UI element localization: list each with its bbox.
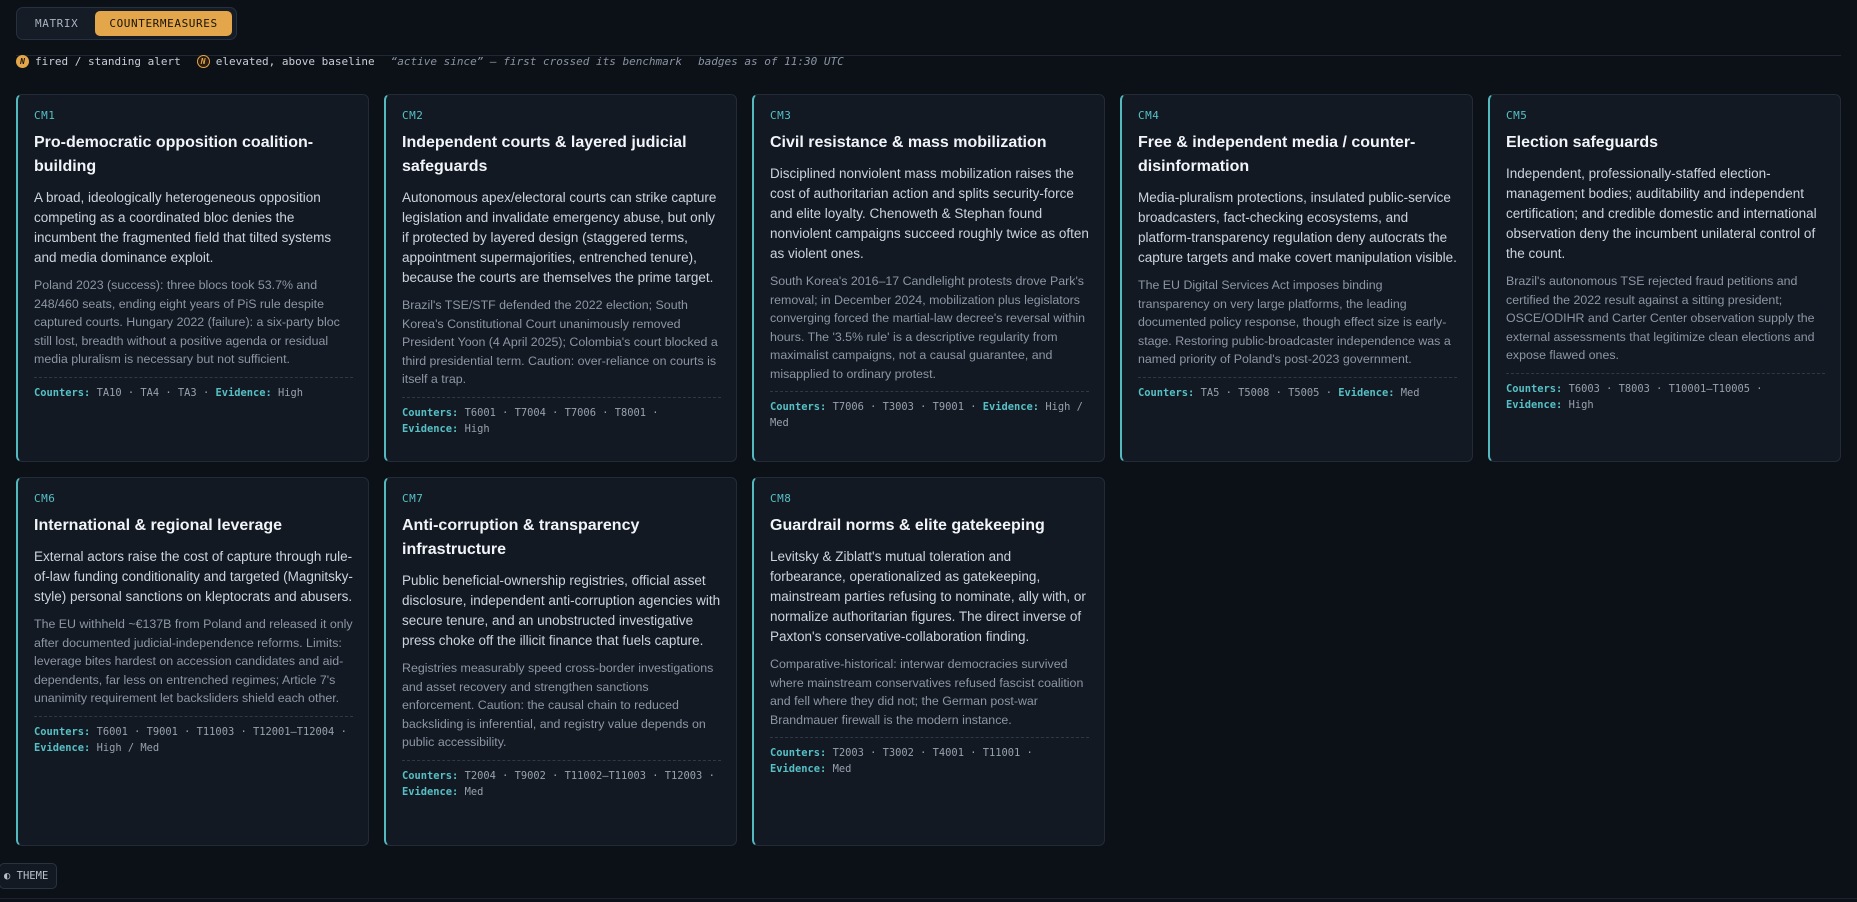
card-example: The EU withheld ~€137B from Poland and r… (34, 617, 353, 705)
card-footer: Counters: T6003 · T8003 · T10001–T10005 … (1506, 372, 1825, 413)
evidence-value: High (1568, 398, 1594, 411)
card-description: Disciplined nonviolent mass mobilization… (770, 166, 1089, 261)
fired-badge-icon: N (16, 54, 29, 68)
legend-elevated-label: elevated, above baseline (215, 54, 375, 68)
card-title: Pro-democratic opposition coalition-buil… (34, 134, 314, 175)
card-example: The EU Digital Services Act imposes bind… (1138, 278, 1451, 366)
card-footer: Counters: T7006 · T3003 · T9001 · Eviden… (770, 391, 1089, 431)
countermeasure-card-cm7[interactable]: CM7 Anti-corruption & transparency infra… (384, 477, 737, 846)
card-footer: Counters: T2003 · T3002 · T4001 · T11001… (770, 737, 1089, 777)
evidence-value: High / Med (96, 741, 160, 754)
view-tabs: MATRIX COUNTERMEASURES (16, 7, 237, 40)
legend-bar: N fired / standing alert N elevated, abo… (16, 52, 1841, 70)
card-example: Registries measurably speed cross-border… (402, 661, 714, 749)
counters-value: T7006 · T3003 · T9001 (832, 401, 964, 413)
card-id: CM7 (402, 492, 424, 505)
evidence-label: Evidence: (1338, 386, 1395, 399)
badges-timestamp: badges as of 11:30 UTC (698, 54, 844, 68)
card-title: Election safeguards (1506, 134, 1659, 151)
counters-value: T2003 · T3002 · T4001 · T11001 (832, 747, 1021, 759)
countermeasure-card-cm6[interactable]: CM6 International & regional leverage Ex… (16, 477, 369, 846)
elevated-badge-icon: N (196, 54, 210, 68)
card-id: CM4 (1138, 109, 1160, 122)
bottom-divider (0, 898, 1857, 899)
counters-label: Counters: (34, 386, 91, 399)
card-footer: Counters: TA5 · T5008 · T5005 · Evidence… (1138, 376, 1457, 401)
countermeasure-card-cm4[interactable]: CM4 Free & independent media / counter-d… (1120, 94, 1473, 462)
evidence-label: Evidence: (982, 401, 1040, 413)
card-description: Public beneficial-ownership registries, … (402, 573, 721, 648)
card-description: External actors raise the cost of captur… (34, 549, 353, 604)
evidence-label: Evidence: (215, 386, 272, 399)
card-id: CM3 (770, 109, 792, 122)
counters-value: T6001 · T7004 · T7006 · T8001 (464, 406, 646, 419)
counters-label: Counters: (34, 725, 91, 738)
card-description: Autonomous apex/electoral courts can str… (402, 190, 717, 285)
counters-label: Counters: (1506, 382, 1563, 395)
legend-fired-label: fired / standing alert (35, 54, 181, 68)
card-id: CM2 (402, 109, 424, 122)
card-example: Comparative-historical: interwar democra… (770, 657, 1084, 727)
card-title: Independent courts & layered judicial sa… (402, 134, 687, 175)
evidence-label: Evidence: (402, 785, 459, 798)
counters-label: Counters: (770, 747, 827, 759)
card-title: Guardrail norms & elite gatekeeping (770, 517, 1045, 534)
card-description: Levitsky & Ziblatt's mutual toleration a… (770, 549, 1086, 644)
card-footer: Counters: T2004 · T9002 · T11002–T11003 … (402, 759, 721, 800)
countermeasure-card-cm1[interactable]: CM1 Pro-democratic opposition coalition-… (16, 94, 369, 462)
counters-value: TA10 · TA4 · TA3 (96, 386, 197, 399)
countermeasure-card-cm5[interactable]: CM5 Election safeguards Independent, pro… (1488, 94, 1841, 462)
theme-icon: ◐ (4, 870, 11, 882)
card-title: Anti-corruption & transparency infrastru… (402, 517, 640, 558)
evidence-value: Med (832, 763, 852, 775)
counters-label: Counters: (402, 769, 459, 782)
card-id: CM8 (770, 492, 792, 505)
counters-value: TA5 · T5008 · T5005 (1200, 386, 1320, 399)
counters-label: Counters: (770, 401, 827, 413)
card-title: Civil resistance & mass mobilization (770, 134, 1047, 151)
tab-countermeasures[interactable]: COUNTERMEASURES (95, 11, 232, 36)
evidence-value: High (464, 422, 490, 435)
evidence-label: Evidence: (34, 741, 91, 754)
evidence-label: Evidence: (402, 422, 459, 435)
card-description: Media-pluralism protections, insulated p… (1138, 190, 1457, 265)
evidence-value: Med (464, 785, 484, 798)
theme-toggle-button[interactable]: ◐ THEME (0, 863, 58, 889)
card-description: Independent, professionally-staffed elec… (1506, 166, 1817, 261)
countermeasure-card-cm2[interactable]: CM2 Independent courts & layered judicia… (384, 94, 737, 462)
evidence-label: Evidence: (770, 763, 827, 775)
tab-matrix[interactable]: MATRIX (21, 11, 92, 36)
evidence-value: Med (1400, 386, 1420, 399)
counters-value: T6003 · T8003 · T10001–T10005 (1568, 382, 1750, 395)
card-description: A broad, ideologically heterogeneous opp… (34, 190, 332, 265)
counters-label: Counters: (402, 406, 459, 419)
card-example: South Korea's 2016–17 Candlelight protes… (770, 274, 1086, 381)
card-footer: Counters: T6001 · T7004 · T7006 · T8001 … (402, 396, 721, 437)
card-id: CM1 (34, 109, 56, 122)
card-footer: Counters: TA10 · TA4 · TA3 · Evidence: H… (34, 376, 353, 401)
countermeasure-card-cm8[interactable]: CM8 Guardrail norms & elite gatekeeping … (752, 477, 1105, 846)
card-example: Brazil's TSE/STF defended the 2022 elect… (402, 298, 718, 386)
countermeasure-card-cm3[interactable]: CM3 Civil resistance & mass mobilization… (752, 94, 1105, 462)
evidence-value: High (278, 386, 304, 399)
card-example: Brazil's autonomous TSE rejected fraud p… (1506, 274, 1815, 362)
counters-value: T2004 · T9002 · T11002–T11003 · T12003 (464, 769, 703, 782)
evidence-label: Evidence: (1506, 398, 1563, 411)
counters-value: T6001 · T9001 · T11003 · T12001–T12004 (96, 725, 335, 738)
card-id: CM6 (34, 492, 56, 505)
theme-button-label: THEME (16, 870, 49, 882)
card-id: CM5 (1506, 109, 1528, 122)
counters-label: Counters: (1138, 386, 1195, 399)
card-title: Free & independent media / counter-disin… (1138, 134, 1416, 175)
card-title: International & regional leverage (34, 517, 283, 534)
card-example: Poland 2023 (success): three blocs took … (34, 278, 340, 366)
card-footer: Counters: T6001 · T9001 · T11003 · T1200… (34, 715, 353, 756)
legend-active-since-label: “active since” — first crossed its bench… (390, 54, 683, 68)
